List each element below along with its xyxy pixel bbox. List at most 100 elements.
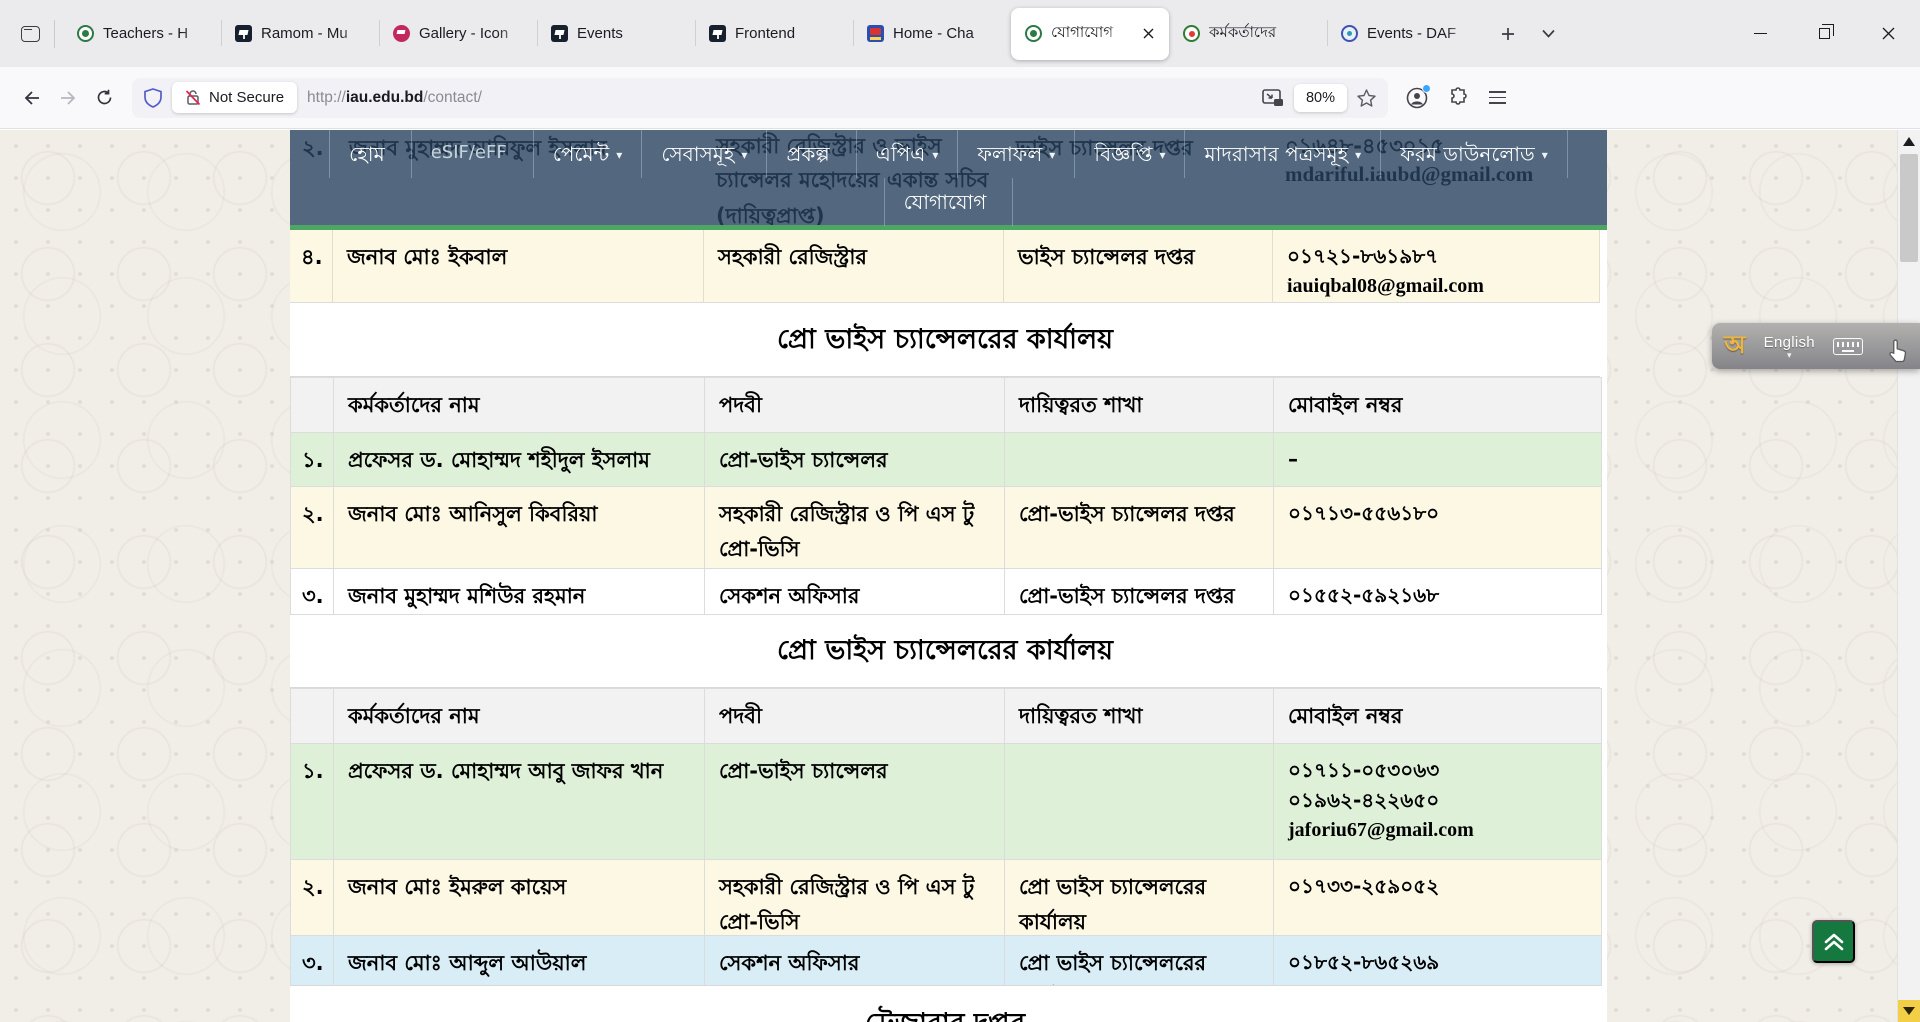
browser-toolbar: Not Secure http://iau.edu.bd/contact/ 80…: [0, 67, 1920, 129]
cell-position: প্রো-ভাইস চ্যান্সেলর: [705, 744, 1005, 860]
bookmark-star-icon[interactable]: [1357, 89, 1376, 107]
column-header-mobile: মোবাইল নম্বর: [1274, 689, 1601, 744]
table-row: ৪. জনাব মোঃ ইকবাল সহকারী রেজিস্ট্রার ভাই…: [290, 230, 1600, 303]
browser-window: Teachers - H Ramom - Mu Gallery - Icon E…: [0, 0, 1920, 1022]
tab-label: Frontend: [735, 25, 843, 42]
security-label: Not Secure: [209, 89, 284, 106]
tab-events[interactable]: Events: [537, 0, 695, 67]
graduation-cap-navy-icon: [551, 25, 568, 42]
govt-emblem-red-green-icon: [1183, 25, 1200, 42]
nav-item-madrasah-letters[interactable]: মাদরাসার পত্রসমূহ▾: [1185, 130, 1381, 178]
email-text: iauiqbal08@gmail.com: [1287, 271, 1585, 301]
tab-label: কর্মকর্তাদের: [1209, 21, 1317, 46]
cell-position: সেকশন অফিসার: [705, 936, 1005, 986]
chevron-down-icon: ▾: [741, 148, 747, 162]
cell-name: প্রফেসর ড. মোহাম্মদ শহীদুল ইসলাম: [334, 433, 705, 487]
new-tab-button[interactable]: [1491, 17, 1525, 51]
account-button[interactable]: [1406, 87, 1428, 109]
tab-events-daf[interactable]: Events - DAF: [1327, 0, 1485, 67]
scrollbar-up-arrow-icon[interactable]: [1903, 137, 1915, 146]
tab-contact-active[interactable]: যোগাযোগ: [1011, 8, 1169, 60]
tab-close-icon[interactable]: [1137, 23, 1159, 45]
cell-position: সহকারী রেজিস্ট্রার ও পি এস টু প্রো-ভিসি: [705, 487, 1005, 569]
contacts-table-1: কর্মকর্তাদের নাম পদবী দায়িত্বরত শাখা মো…: [290, 377, 1602, 615]
picture-in-picture-icon[interactable]: [1262, 89, 1284, 107]
tab-ramom[interactable]: Ramom - Mu: [221, 0, 379, 67]
cell-name: জনাব মোঃ আব্দুল আউয়াল: [334, 936, 705, 986]
column-header-branch: দায়িত্বরত শাখা: [1005, 378, 1274, 433]
forward-button[interactable]: [50, 80, 86, 116]
tracking-shield-icon[interactable]: [144, 88, 162, 108]
email-text: jaforiu67@gmail.com: [1288, 815, 1587, 845]
nav-menu: হোম eSIF/eFF পেমেন্ট▾ সেবাসমূহ▾ প্রকল্প …: [290, 130, 1607, 226]
chevron-down-icon: ▾: [1542, 148, 1548, 162]
close-icon: [1882, 27, 1895, 40]
nav-item-apa[interactable]: এপিএ▾: [857, 130, 959, 178]
tab-frontend[interactable]: Frontend: [695, 0, 853, 67]
tab-label: Home - Cha: [893, 25, 1001, 42]
scrollbar-thumb[interactable]: [1900, 154, 1918, 262]
table-row: ২. জনাব মোঃ ইমরুল কায়েস সহকারী রেজিস্ট্…: [291, 860, 1601, 936]
tab-label: Teachers - H: [103, 25, 211, 42]
cell-name: জনাব মোঃ ইমরুল কায়েস: [334, 860, 705, 936]
cell-branch: [1005, 744, 1274, 860]
extensions-puzzle-icon[interactable]: [1448, 87, 1469, 108]
chevron-down-icon: ▾: [1159, 148, 1165, 162]
chevron-down-icon: ▾: [932, 148, 938, 162]
nav-item-services[interactable]: সেবাসমূহ▾: [642, 130, 767, 178]
menu-button[interactable]: [1489, 91, 1506, 103]
tab-teachers[interactable]: Teachers - H: [63, 0, 221, 67]
firefox-view-icon: [21, 26, 40, 42]
cell-position: সেকশন অফিসার: [705, 569, 1005, 615]
back-button[interactable]: [14, 80, 50, 116]
keyboard-icon[interactable]: [1833, 338, 1863, 355]
security-badge[interactable]: Not Secure: [172, 82, 297, 113]
close-button[interactable]: [1856, 0, 1920, 67]
cell-branch: প্রো-ভাইস চ্যান্সেলর দপ্তর: [1005, 487, 1274, 569]
tab-strip: Teachers - H Ramom - Mu Gallery - Icon E…: [0, 0, 1920, 67]
nav-item-contact[interactable]: যোগাযোগ: [884, 178, 1014, 226]
cell-serial: ২.: [291, 487, 334, 569]
firefox-view-button[interactable]: [10, 14, 50, 54]
page-viewport: ২. জনাব মুহাম্মদ আরিফুল ইসলাম সহকারী রেজ…: [0, 130, 1920, 1022]
college-emblem-multicolor-icon: [867, 25, 884, 42]
nav-item-notices[interactable]: বিজ্ঞপ্তি▾: [1075, 130, 1185, 178]
minimize-button[interactable]: [1728, 0, 1792, 67]
cell-name: জনাব মুহাম্মদ মশিউর রহমান: [334, 569, 705, 615]
section-heading-band: প্রো ভাইস চ্যান্সেলরের কার্যালয়: [290, 303, 1600, 377]
reload-icon: [96, 89, 113, 106]
chevron-down-icon: ▾: [1049, 148, 1055, 162]
nav-item-home[interactable]: হোম: [329, 130, 412, 178]
tab-home-chapainawabganj[interactable]: Home - Cha: [853, 0, 1011, 67]
nav-item-esif[interactable]: eSIF/eFF: [412, 130, 534, 178]
university-emblem-green-icon: [77, 25, 94, 42]
table-row: ২. জনাব মোঃ আনিসুল কিবরিয়া সহকারী রেজিস…: [291, 487, 1601, 569]
section-heading-band: প্রো ভাইস চ্যান্সেলরের কার্যালয়: [290, 614, 1600, 688]
nav-item-form-download[interactable]: ফরম ডাউনলোড▾: [1381, 130, 1568, 178]
cell-serial: ৩.: [291, 936, 334, 986]
insecure-lock-icon: [185, 89, 201, 106]
cell-branch: প্রো-ভাইস চ্যান্সেলর দপ্তর: [1005, 569, 1274, 615]
scroll-to-top-button[interactable]: [1812, 920, 1855, 963]
tab-gallery[interactable]: Gallery - Icon: [379, 0, 537, 67]
language-select[interactable]: English ▾: [1764, 334, 1815, 359]
restore-button[interactable]: [1792, 0, 1856, 67]
scrollbar-bottom-marker[interactable]: [1898, 1000, 1920, 1022]
cell-mobile: ০১৭৩৩-২৫৯০৫২: [1274, 860, 1601, 936]
tab-officials[interactable]: কর্মকর্তাদের: [1169, 0, 1327, 67]
tab-label: Events: [577, 25, 685, 42]
chevron-down-icon: ▾: [1355, 148, 1361, 162]
window-controls: [1728, 0, 1920, 67]
zoom-level-badge[interactable]: 80%: [1294, 84, 1347, 112]
nav-item-projects[interactable]: প্রকল্প: [767, 130, 856, 178]
reload-button[interactable]: [86, 80, 122, 116]
column-header-name: কর্মকর্তাদের নাম: [334, 378, 705, 433]
list-all-tabs-button[interactable]: [1531, 17, 1565, 51]
cell-name: প্রফেসর ড. মোহাম্মদ আবু জাফর খান: [334, 744, 705, 860]
url-bar[interactable]: Not Secure http://iau.edu.bd/contact/ 80…: [132, 78, 1388, 118]
nav-item-payment[interactable]: পেমেন্ট▾: [534, 130, 643, 178]
university-emblem-green-icon: [1025, 25, 1042, 42]
vertical-scrollbar[interactable]: [1897, 130, 1920, 1022]
nav-item-results[interactable]: ফলাফল▾: [958, 130, 1075, 178]
section-heading-band: ট্রেজারার দপ্তর: [290, 985, 1600, 1022]
